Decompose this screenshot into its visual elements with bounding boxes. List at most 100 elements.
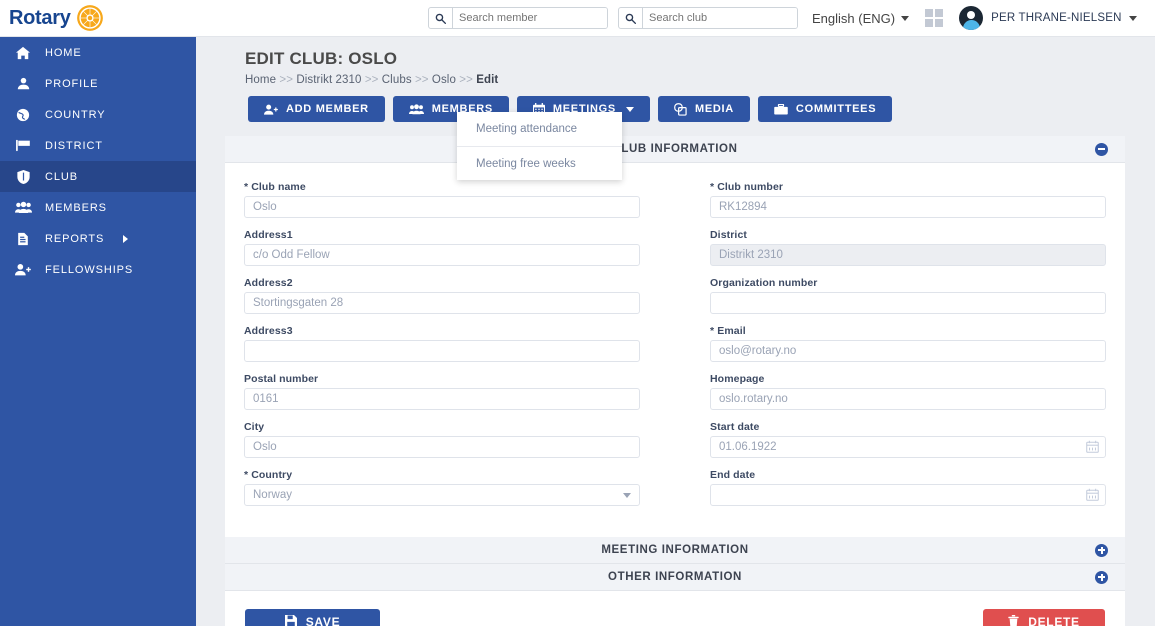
sidebar-label: MEMBERS bbox=[45, 201, 107, 214]
people-icon bbox=[408, 103, 424, 115]
city-input[interactable] bbox=[244, 436, 640, 458]
avatar-head bbox=[967, 11, 976, 19]
field-country: * Country Norway bbox=[244, 469, 640, 506]
field-city: City bbox=[244, 421, 640, 458]
breadcrumb-separator: >> bbox=[414, 74, 429, 86]
plus-circle-icon[interactable] bbox=[1095, 543, 1108, 557]
sidebar-item-profile[interactable]: PROFILE bbox=[0, 68, 196, 99]
breadcrumb-item[interactable]: Distrikt 2310 bbox=[296, 74, 361, 86]
grid-cell bbox=[935, 19, 944, 27]
button-label: ADD MEMBER bbox=[286, 103, 369, 115]
search-club-box[interactable] bbox=[618, 7, 798, 29]
action-button-row: ADD MEMBER MEMBERS MEETINGS MEDIA COMMIT… bbox=[196, 86, 1155, 180]
field-start-date: Start date bbox=[710, 421, 1106, 458]
brand-name: Rotary bbox=[9, 6, 71, 29]
save-disk-icon bbox=[284, 614, 297, 626]
field-address3: Address3 bbox=[244, 325, 640, 362]
country-select-wrap: Norway bbox=[244, 484, 640, 506]
sidebar-item-fellowships[interactable]: FELLOWSHIPS bbox=[0, 254, 196, 285]
breadcrumb-item[interactable]: Clubs bbox=[382, 74, 412, 86]
copy-layers-icon bbox=[674, 102, 687, 116]
sidebar-nav: HOME PROFILE COUNTRY DISTRICT CLUB MEMBE… bbox=[0, 37, 196, 626]
sidebar-label: HOME bbox=[45, 46, 82, 59]
sidebar-label: DISTRICT bbox=[45, 139, 103, 152]
main-content: EDIT CLUB: OSLO Home >> Distrikt 2310 >>… bbox=[196, 37, 1155, 626]
dropdown-item-meeting-attendance[interactable]: Meeting attendance bbox=[457, 112, 622, 146]
search-icon bbox=[619, 8, 642, 28]
sidebar-label: PROFILE bbox=[45, 77, 99, 90]
label-text: Email bbox=[717, 325, 746, 337]
start-date-wrap bbox=[710, 436, 1106, 458]
club-number-input[interactable] bbox=[710, 196, 1106, 218]
field-label: End date bbox=[710, 469, 756, 481]
grid-apps-icon[interactable] bbox=[925, 9, 944, 27]
flag-icon bbox=[14, 139, 32, 152]
field-label: Homepage bbox=[710, 373, 765, 385]
section-header-club-information[interactable]: CLUB INFORMATION bbox=[225, 136, 1125, 163]
field-homepage: Homepage bbox=[710, 373, 1106, 410]
sidebar-item-home[interactable]: HOME bbox=[0, 37, 196, 68]
avatar-body bbox=[962, 20, 980, 30]
dropdown-item-label: Meeting free weeks bbox=[476, 157, 576, 170]
grid-cell bbox=[935, 9, 944, 17]
committees-button[interactable]: COMMITTEES bbox=[757, 96, 893, 122]
meetings-dropdown-menu: Meeting attendance Meeting free weeks bbox=[457, 112, 622, 180]
homepage-input[interactable] bbox=[710, 388, 1106, 410]
field-label: Address1 bbox=[244, 229, 293, 241]
address2-input[interactable] bbox=[244, 292, 640, 314]
breadcrumb-item[interactable]: Home bbox=[245, 74, 276, 86]
form-action-area: SAVE DELETE bbox=[225, 591, 1125, 626]
search-icon bbox=[429, 8, 452, 28]
language-selector[interactable]: English (ENG) bbox=[812, 10, 910, 26]
sidebar-item-club[interactable]: CLUB bbox=[0, 161, 196, 192]
language-label: English (ENG) bbox=[812, 10, 896, 26]
save-button[interactable]: SAVE bbox=[245, 609, 380, 626]
club-name-input[interactable] bbox=[244, 196, 640, 218]
search-club-input[interactable] bbox=[642, 8, 797, 28]
search-member-input[interactable] bbox=[452, 8, 607, 28]
user-menu[interactable]: PER THRANE-NIELSEN bbox=[991, 12, 1137, 24]
field-label: Address2 bbox=[244, 277, 293, 289]
dropdown-item-label: Meeting attendance bbox=[476, 123, 578, 135]
user-avatar-icon[interactable] bbox=[959, 6, 984, 30]
field-label: * Club number bbox=[710, 181, 1106, 193]
chevron-right-icon bbox=[123, 234, 129, 243]
brand-logo[interactable]: Rotary bbox=[0, 0, 196, 37]
address3-input[interactable] bbox=[244, 340, 640, 362]
button-label: COMMITTEES bbox=[795, 103, 877, 115]
sidebar-item-reports[interactable]: REPORTS bbox=[0, 223, 196, 254]
dropdown-item-meeting-free-weeks[interactable]: Meeting free weeks bbox=[457, 146, 622, 180]
breadcrumb-item[interactable]: Oslo bbox=[432, 74, 456, 86]
field-label: * Country bbox=[244, 469, 640, 481]
page-header: EDIT CLUB: OSLO Home >> Distrikt 2310 >>… bbox=[196, 37, 1155, 86]
field-address1: Address1 bbox=[244, 229, 640, 266]
media-button[interactable]: MEDIA bbox=[657, 96, 750, 122]
minus-circle-icon[interactable] bbox=[1095, 142, 1108, 156]
shield-icon bbox=[14, 169, 32, 184]
plus-circle-icon[interactable] bbox=[1095, 570, 1108, 584]
sidebar-item-country[interactable]: COUNTRY bbox=[0, 99, 196, 130]
sidebar-item-district[interactable]: DISTRICT bbox=[0, 130, 196, 161]
email-input[interactable] bbox=[710, 340, 1106, 362]
organization-number-input[interactable] bbox=[710, 292, 1106, 314]
field-label: District bbox=[710, 229, 747, 241]
trash-icon bbox=[1008, 614, 1019, 626]
section-header-meeting-information[interactable]: MEETING INFORMATION bbox=[225, 537, 1125, 564]
end-date-input[interactable] bbox=[710, 484, 1106, 506]
person-add-icon bbox=[264, 104, 278, 115]
delete-button[interactable]: DELETE bbox=[983, 609, 1105, 626]
search-member-box[interactable] bbox=[428, 7, 608, 29]
home-icon bbox=[14, 46, 32, 60]
start-date-input[interactable] bbox=[710, 436, 1106, 458]
section-header-other-information[interactable]: OTHER INFORMATION bbox=[225, 564, 1125, 591]
sidebar-item-members[interactable]: MEMBERS bbox=[0, 192, 196, 223]
plus-bar-v bbox=[1100, 546, 1103, 554]
country-select[interactable]: Norway bbox=[244, 484, 640, 506]
rotary-gear-icon bbox=[76, 5, 103, 31]
add-member-button[interactable]: ADD MEMBER bbox=[248, 96, 385, 122]
address1-input[interactable] bbox=[244, 244, 640, 266]
postal-number-input[interactable] bbox=[244, 388, 640, 410]
field-label: Start date bbox=[710, 421, 760, 433]
district-input bbox=[710, 244, 1106, 266]
delete-label: DELETE bbox=[1028, 615, 1080, 626]
